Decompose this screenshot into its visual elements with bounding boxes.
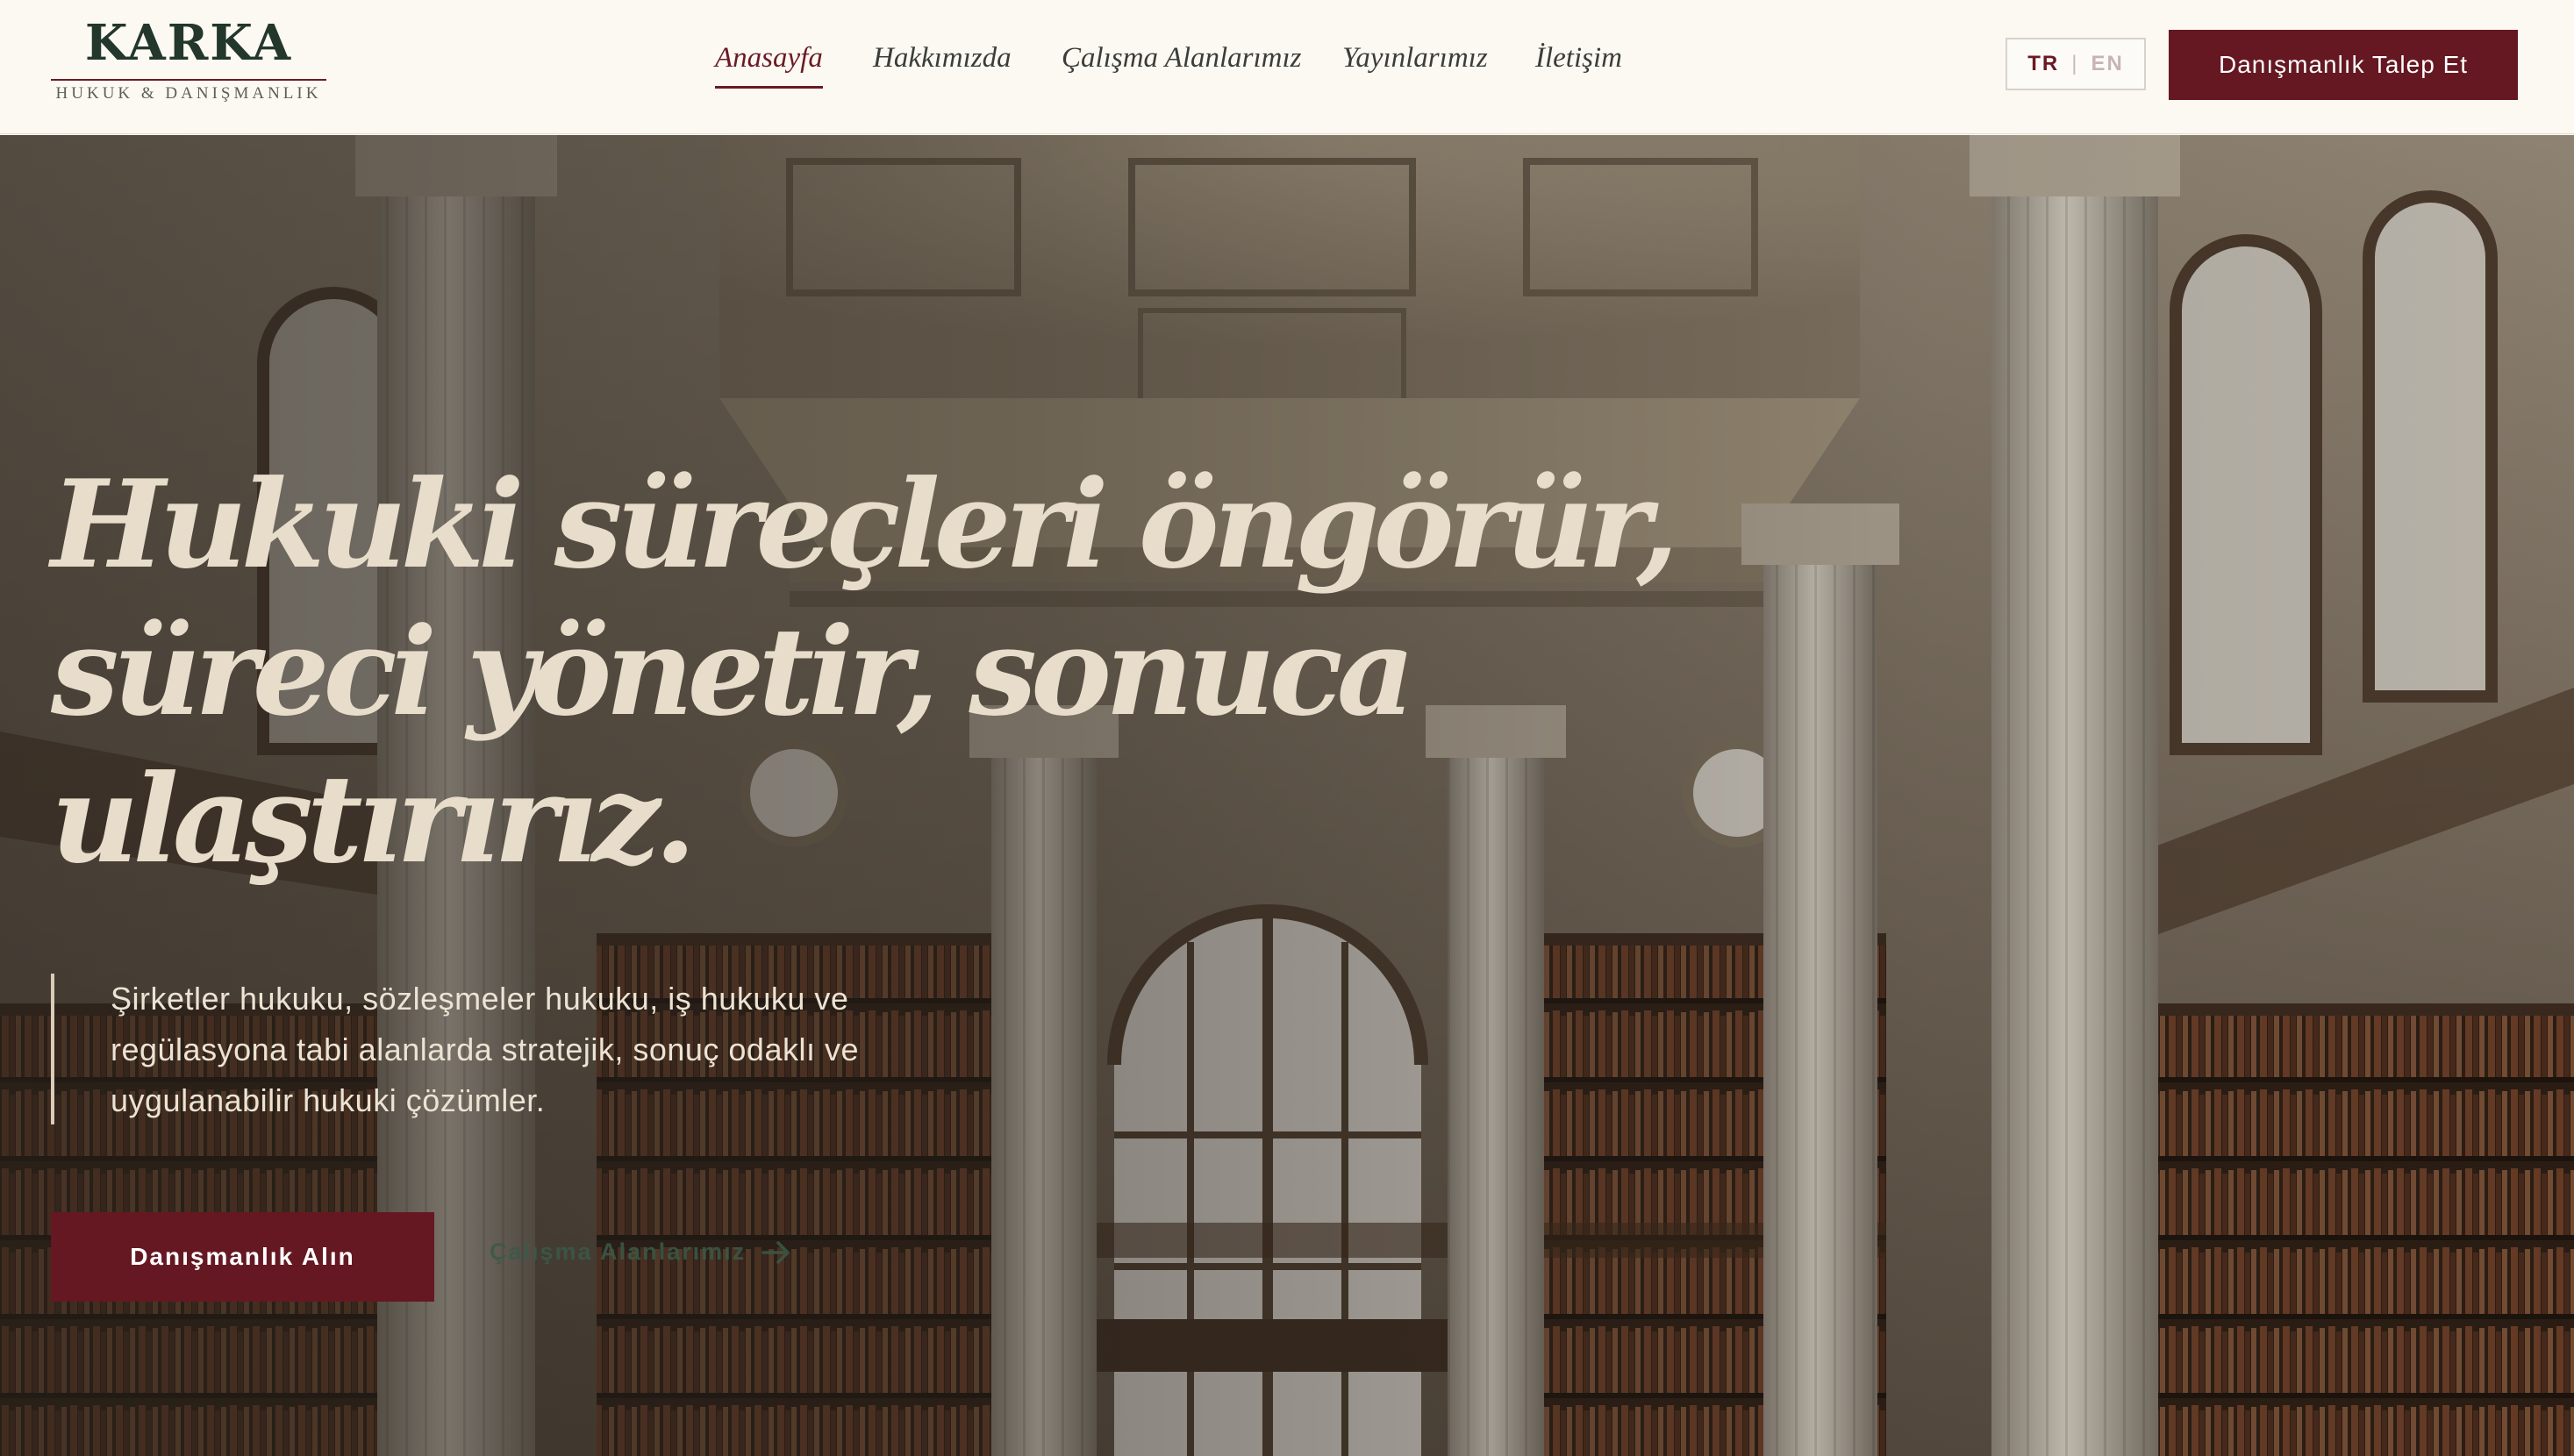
hero-lead-text: Şirketler hukuku, sözleşmeler hukuku, iş… xyxy=(111,981,859,1118)
practice-areas-link[interactable]: Çalışma Alanlarımız xyxy=(490,1238,791,1266)
arrow-right-icon xyxy=(761,1240,790,1264)
nav-item-hakkimizda[interactable]: Hakkımızda xyxy=(873,42,1012,75)
language-switcher: TR | EN xyxy=(2006,38,2146,90)
site-header: KARKA HUKUK & DANIŞMANLIK Anasayfa Hakkı… xyxy=(0,0,2574,134)
nav-item-anasayfa[interactable]: Anasayfa xyxy=(715,42,823,89)
hero-lead-block: Şirketler hukuku, sözleşmeler hukuku, iş… xyxy=(51,974,988,1124)
get-consultation-button[interactable]: Danışmanlık Alın xyxy=(51,1212,434,1302)
lang-tr-option[interactable]: TR xyxy=(2027,52,2059,76)
nav-item-iletisim[interactable]: İletişim xyxy=(1535,42,1622,75)
nav-item-yayinlarimiz[interactable]: Yayınlarımız xyxy=(1342,42,1488,75)
hero-section: Hukuki süreçleri öngörür, süreci yönetir… xyxy=(0,135,2574,1456)
lang-en-option[interactable]: EN xyxy=(2091,52,2123,76)
consultation-request-button[interactable]: Danışmanlık Talep Et xyxy=(2169,30,2518,100)
lang-separator: | xyxy=(2071,52,2079,75)
practice-areas-link-label: Çalışma Alanlarımız xyxy=(490,1238,747,1265)
hero-headline-line-3: ulaştırırız. xyxy=(51,747,697,890)
hero-headline-line-2: süreci yönetir, sonuca xyxy=(51,600,1415,743)
hero-headline-line-1: Hukuki süreçleri öngörür, xyxy=(51,453,1678,596)
nav-item-calisma-alanlarimiz[interactable]: Çalışma Alanlarımız xyxy=(1062,42,1302,75)
hero-headline: Hukuki süreçleri öngörür, süreci yönetir… xyxy=(51,451,1678,893)
